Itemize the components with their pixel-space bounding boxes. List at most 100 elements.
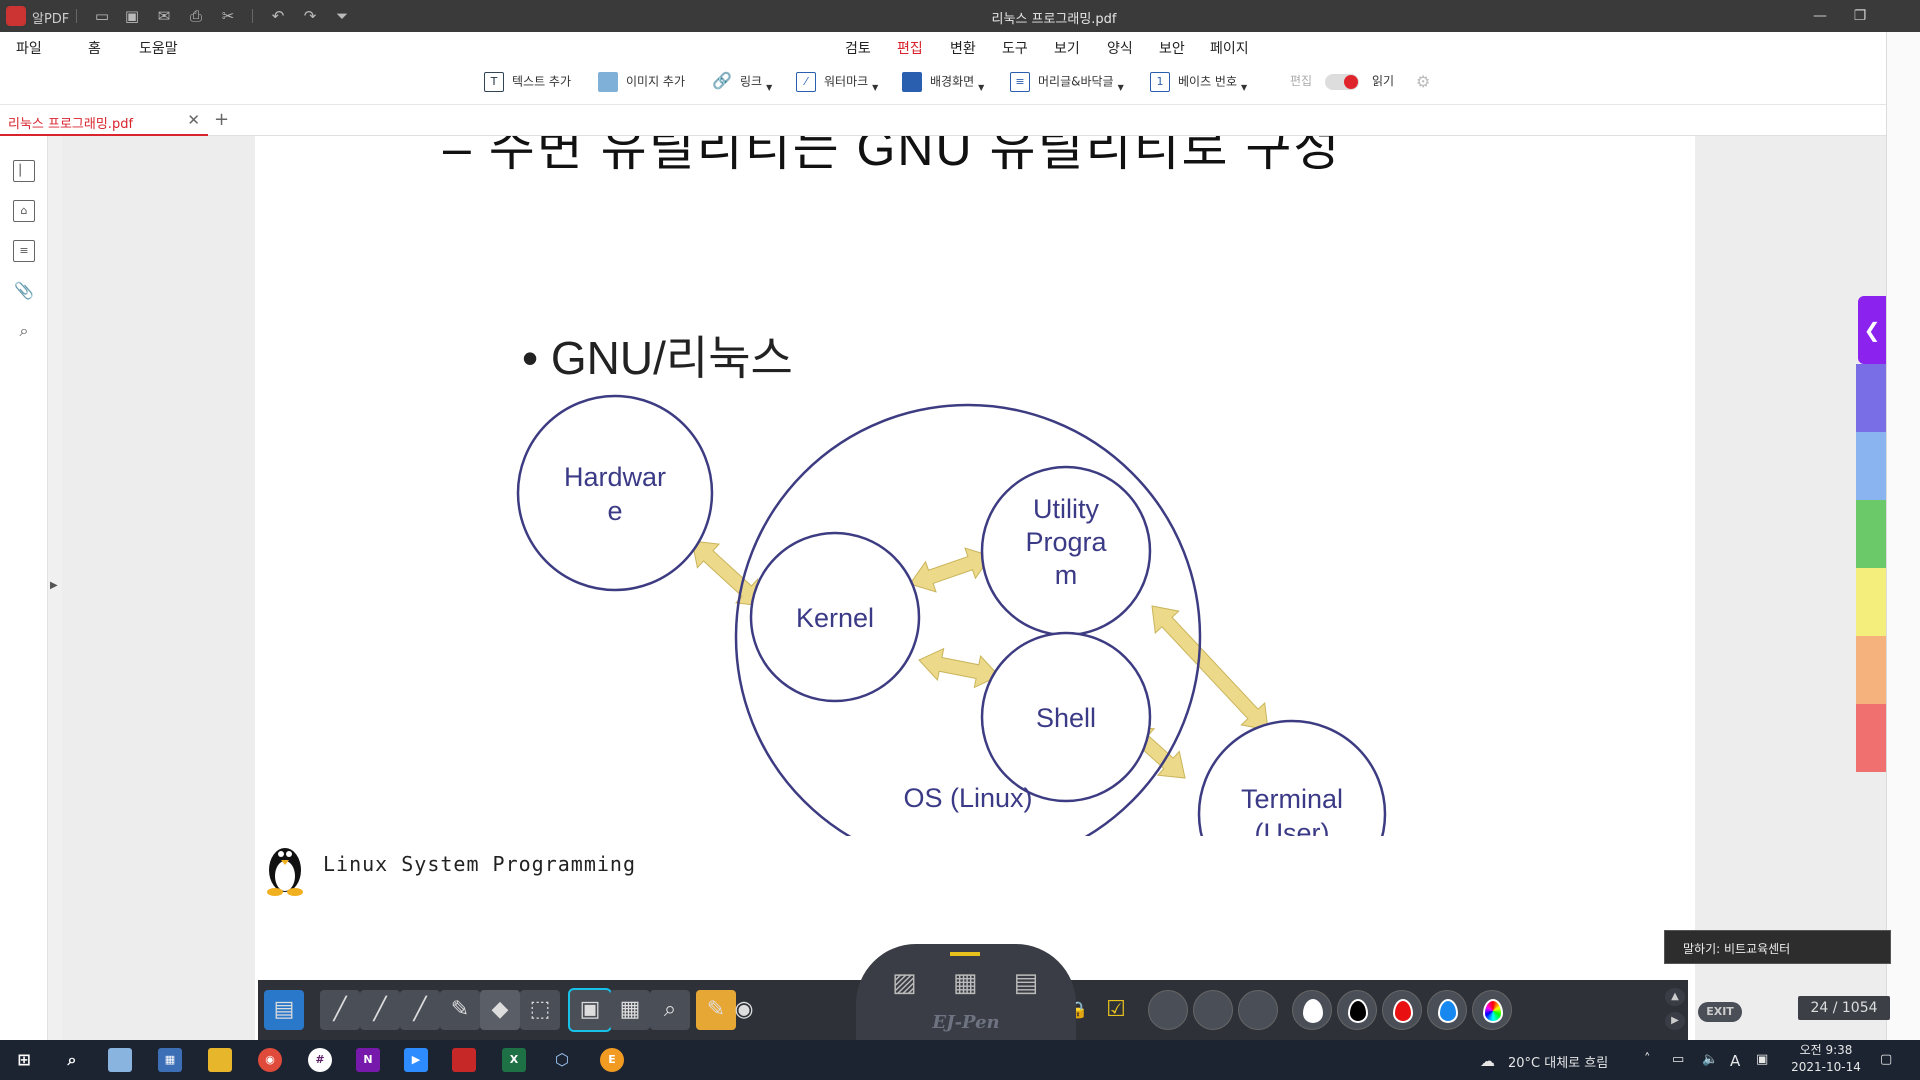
menu-help[interactable]: 도움말 xyxy=(139,38,178,58)
image-icon xyxy=(598,72,618,92)
checklist-icon[interactable]: ☑ xyxy=(1096,990,1136,1030)
brush-icon[interactable]: ╱ xyxy=(400,990,440,1030)
check-thin-icon[interactable] xyxy=(1148,990,1188,1030)
select-area-icon[interactable]: ⬚ xyxy=(520,990,560,1030)
eraser-icon[interactable]: ◆ xyxy=(480,990,520,1030)
pen-blue-icon[interactable]: ╱ xyxy=(360,990,400,1030)
search-icon[interactable]: ⌕ xyxy=(13,320,35,342)
check-thick-icon[interactable] xyxy=(1238,990,1278,1030)
network-icon[interactable]: ▭ xyxy=(1672,1052,1684,1067)
notification-icon[interactable]: ▢ xyxy=(1880,1052,1892,1067)
close-icon[interactable]: ✕ xyxy=(187,111,200,129)
search-icon[interactable]: ⌕ xyxy=(60,1048,84,1072)
minimize-button[interactable]: — xyxy=(1806,4,1834,28)
ink-red-icon[interactable] xyxy=(1382,990,1422,1030)
color-swatch-orange[interactable] xyxy=(1856,636,1886,704)
ink-black-icon[interactable] xyxy=(1337,990,1377,1030)
document-viewport[interactable]: – 주변 유틸리티는 GNU 유틸리티로 구성 • GNU/리눅스 Hardwa… xyxy=(62,136,1886,1040)
next-icon[interactable]: ▶ xyxy=(1665,1012,1685,1030)
ink-white-icon[interactable] xyxy=(1292,990,1332,1030)
restore-button[interactable]: ❐ xyxy=(1846,4,1874,28)
ink-drop xyxy=(1303,999,1323,1023)
slack-icon[interactable]: # xyxy=(308,1048,332,1072)
onenote-icon[interactable]: N xyxy=(356,1048,380,1072)
tab-pages[interactable]: 페이지 xyxy=(1210,38,1249,58)
shape-pen-icon[interactable]: ✎ xyxy=(440,990,480,1030)
settings-gear-icon[interactable]: ⚙ xyxy=(1416,72,1430,94)
link-icon: 🔗 xyxy=(712,71,732,90)
magnifier-icon[interactable]: ⌕ xyxy=(650,990,690,1030)
calculator-icon[interactable]: ▦ xyxy=(158,1048,182,1072)
bookmark-icon[interactable]: ⌂ xyxy=(13,200,35,222)
color-palette-icon[interactable]: ▦ xyxy=(610,990,650,1030)
tab-convert[interactable]: 변환 xyxy=(950,38,976,58)
eye-icon[interactable]: ◉ xyxy=(732,990,756,1030)
add-text-button[interactable]: T 텍스트 추가 xyxy=(484,72,571,94)
side-panel-toggle-chevron-left-icon[interactable]: ❮ xyxy=(1858,296,1886,364)
menu-bar: 파일 홈 도움말 검토 편집 변환 도구 보기 양식 보안 페이지 xyxy=(0,32,1886,64)
ink-multicolor-icon[interactable] xyxy=(1472,990,1512,1030)
add-image-button[interactable]: 이미지 추가 xyxy=(598,72,685,94)
alpdf-icon[interactable] xyxy=(452,1048,476,1072)
windows-start-icon[interactable]: ⊞ xyxy=(12,1048,36,1072)
color-swatch-green[interactable] xyxy=(1856,500,1886,568)
color-swatch-red[interactable] xyxy=(1856,704,1886,772)
zoom-icon[interactable]: ▶ xyxy=(404,1048,428,1072)
slide-header-title: Linux System Programming xyxy=(323,852,636,876)
watermark-icon: ⁄ xyxy=(796,72,816,92)
chevron-down-icon: ▼ xyxy=(872,82,879,92)
edit-mode-label: 편집 xyxy=(1290,74,1313,88)
watermark-button[interactable]: ⁄ 워터마크 ▼ xyxy=(796,72,878,94)
ink-blue-icon[interactable] xyxy=(1427,990,1467,1030)
color-swatch-yellow[interactable] xyxy=(1856,568,1886,636)
tray-chevron-up-icon[interactable]: ˄ xyxy=(1644,1052,1651,1067)
panel-expand-icon[interactable]: ▶ xyxy=(50,580,58,592)
watermark-label: 워터마크 xyxy=(824,74,869,89)
bates-number-button[interactable]: 1 베이츠 번호 ▼ xyxy=(1150,72,1247,94)
whiteboard-tool-icon[interactable]: ▤ xyxy=(264,990,304,1030)
shell-label: Shell xyxy=(1036,703,1096,733)
header-footer-button[interactable]: ≡ 머리글&바닥글 ▼ xyxy=(1010,72,1124,94)
tux-penguin-icon xyxy=(267,848,303,896)
link-button[interactable]: 🔗 링크 ▼ xyxy=(712,72,772,94)
virtualbox-icon[interactable]: ⬡ xyxy=(550,1048,574,1072)
color-swatch-blue[interactable] xyxy=(1856,432,1886,500)
ime-hangul-icon[interactable]: ▣ xyxy=(1756,1052,1768,1067)
menu-file[interactable]: 파일 xyxy=(16,38,42,58)
window-title: 리눅스 프로그래밍.pdf xyxy=(991,12,1117,27)
exit-button[interactable]: EXIT xyxy=(1698,1002,1742,1022)
background-label: 배경화면 xyxy=(930,74,975,89)
pen-thin-icon[interactable]: ╱ xyxy=(320,990,360,1030)
ime-indicator[interactable]: A xyxy=(1730,1052,1740,1070)
tab-tools[interactable]: 도구 xyxy=(1002,38,1028,58)
ink-drop xyxy=(1348,999,1368,1023)
upload-icon[interactable]: ▲ xyxy=(1665,988,1685,1006)
check-medium-icon[interactable] xyxy=(1193,990,1233,1030)
edit-read-toggle[interactable] xyxy=(1325,74,1359,90)
system-clock[interactable]: 오전 9:38 2021-10-14 xyxy=(1786,1042,1866,1076)
add-image-label: 이미지 추가 xyxy=(626,74,686,89)
tools-icon[interactable]: ✎ xyxy=(696,990,736,1030)
volume-icon[interactable]: 🔈 xyxy=(1702,1052,1718,1067)
comment-icon[interactable]: ≡ xyxy=(13,240,35,262)
notepad-icon[interactable] xyxy=(108,1048,132,1072)
weather-text[interactable]: 20°C 대체로 흐림 xyxy=(1508,1052,1608,1071)
new-tab-plus-icon[interactable]: + xyxy=(214,109,229,130)
background-button[interactable]: 배경화면 ▼ xyxy=(902,72,984,94)
color-swatch-slate[interactable] xyxy=(1856,364,1886,432)
tab-review[interactable]: 검토 xyxy=(845,38,871,58)
menu-home[interactable]: 홈 xyxy=(88,38,101,58)
attachment-icon[interactable]: 📎 xyxy=(13,280,35,302)
file-explorer-icon[interactable] xyxy=(208,1048,232,1072)
screen-capture-icon[interactable]: ▣ xyxy=(568,988,612,1032)
tab-security[interactable]: 보안 xyxy=(1159,38,1185,58)
document-tab[interactable]: 리눅스 프로그래밍.pdf ✕ xyxy=(0,105,208,136)
tab-edit[interactable]: 편집 xyxy=(895,38,925,64)
excel-icon[interactable]: X xyxy=(502,1048,526,1072)
thumbnail-panel-icon[interactable]: ▏ xyxy=(13,160,35,182)
chrome-icon[interactable]: ◉ xyxy=(258,1048,282,1072)
tab-forms[interactable]: 양식 xyxy=(1107,38,1133,58)
ej-pen-hub[interactable]: ▨ ▦ ▤ EJ-Pen xyxy=(856,944,1076,1040)
ej-pen-taskbar-icon[interactable]: E xyxy=(600,1048,624,1072)
tab-view[interactable]: 보기 xyxy=(1054,38,1080,58)
